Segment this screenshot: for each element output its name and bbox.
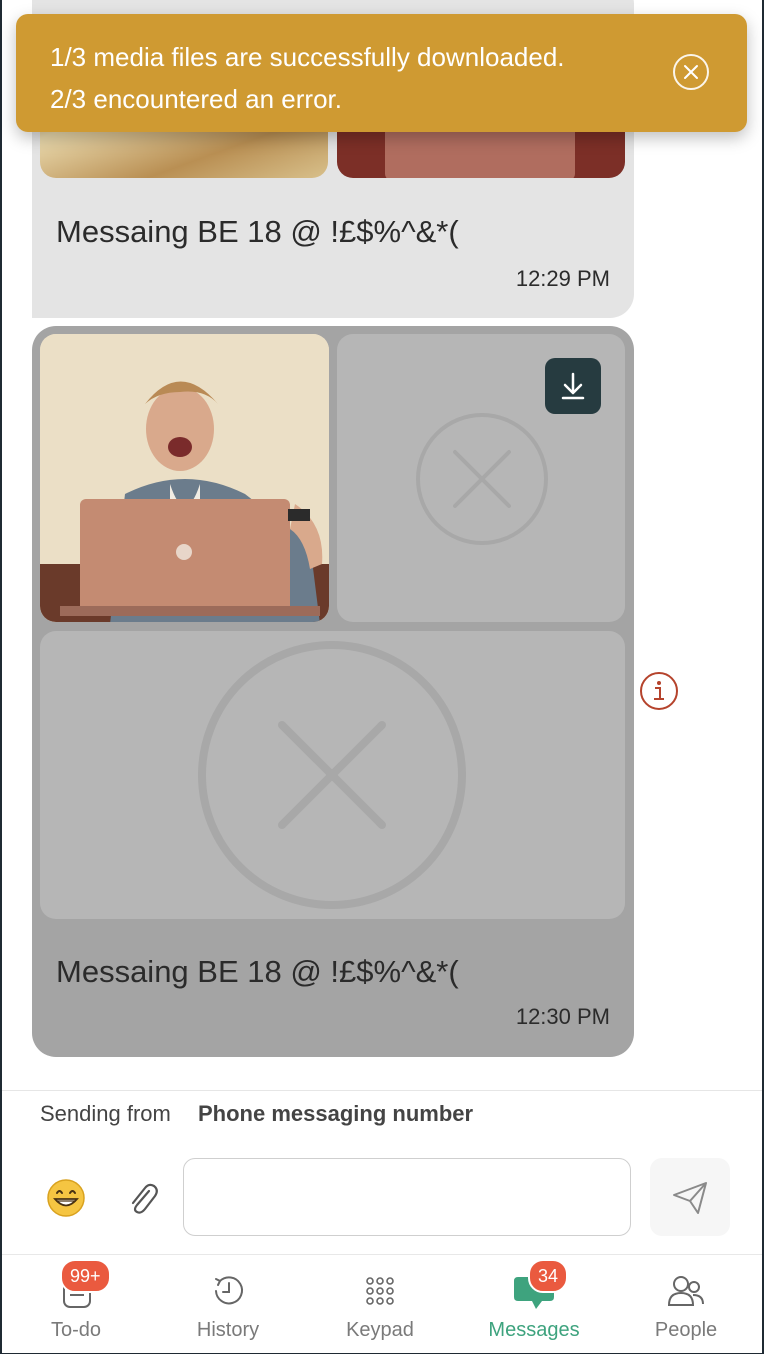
close-icon xyxy=(684,65,698,79)
toast-line: 2/3 encountered an error. xyxy=(50,84,342,114)
failed-media xyxy=(40,631,625,919)
keypad-icon xyxy=(366,1277,394,1305)
toast-line: 1/3 media files are successfully downloa… xyxy=(50,42,565,72)
toast-message: 1/3 media files are successfully downloa… xyxy=(50,36,565,120)
toast-close-button[interactable] xyxy=(673,54,709,90)
sending-number[interactable]: Phone messaging number xyxy=(198,1101,473,1127)
message-time: 12:29 PM xyxy=(515,266,610,291)
message-input[interactable] xyxy=(183,1158,631,1236)
message-text: Messaing BE 18 @ !£$%^&*( xyxy=(56,214,459,249)
todo-badge: 99+ xyxy=(60,1259,111,1293)
chat-thread: Messaing BE 18 @ !£$%^&*( 12:29 PM Messa… xyxy=(2,0,762,1090)
history-icon xyxy=(215,1276,243,1305)
nav-item-todo[interactable]: 99+ To-do xyxy=(16,1255,136,1353)
nav-label: Messages xyxy=(488,1319,580,1341)
attach-button[interactable] xyxy=(122,1178,162,1218)
nav-label: To-do xyxy=(50,1319,102,1341)
send-icon xyxy=(673,1182,707,1214)
send-button[interactable] xyxy=(650,1158,730,1236)
nav-label: People xyxy=(654,1319,718,1341)
error-x-icon xyxy=(198,641,466,909)
download-toast: 1/3 media files are successfully downloa… xyxy=(16,14,747,132)
info-icon[interactable] xyxy=(638,670,680,717)
message-time: 12:30 PM xyxy=(515,1004,610,1029)
nav-item-people[interactable]: People xyxy=(626,1255,746,1353)
failed-media xyxy=(337,334,625,622)
error-x-icon xyxy=(416,413,548,545)
emoji-button[interactable] xyxy=(46,1178,86,1218)
sending-from-bar[interactable]: Sending from Phone messaging number xyxy=(2,1090,762,1142)
messages-badge: 34 xyxy=(528,1259,569,1293)
download-button[interactable] xyxy=(545,358,601,414)
emoji-icon xyxy=(47,1179,85,1217)
nav-item-messages[interactable]: 34 Messages xyxy=(474,1255,594,1353)
nav-item-history[interactable]: History xyxy=(168,1255,288,1353)
nav-label: History xyxy=(196,1319,260,1341)
nav-item-keypad[interactable]: Keypad xyxy=(320,1255,440,1353)
message-text: Messaing BE 18 @ !£$%^&*( xyxy=(56,954,459,989)
download-icon xyxy=(561,372,585,400)
sending-from-label: Sending from xyxy=(40,1101,171,1126)
people-icon xyxy=(667,1276,704,1306)
message-bubble[interactable]: Messaing BE 18 @ !£$%^&*( 12:30 PM xyxy=(32,326,634,1057)
nav-label: Keypad xyxy=(346,1319,414,1341)
bottom-nav: 99+ To-do History Keypad 34 Messages Peo… xyxy=(2,1254,762,1353)
media-thumbnail[interactable] xyxy=(40,334,329,622)
paperclip-icon xyxy=(131,1183,158,1214)
